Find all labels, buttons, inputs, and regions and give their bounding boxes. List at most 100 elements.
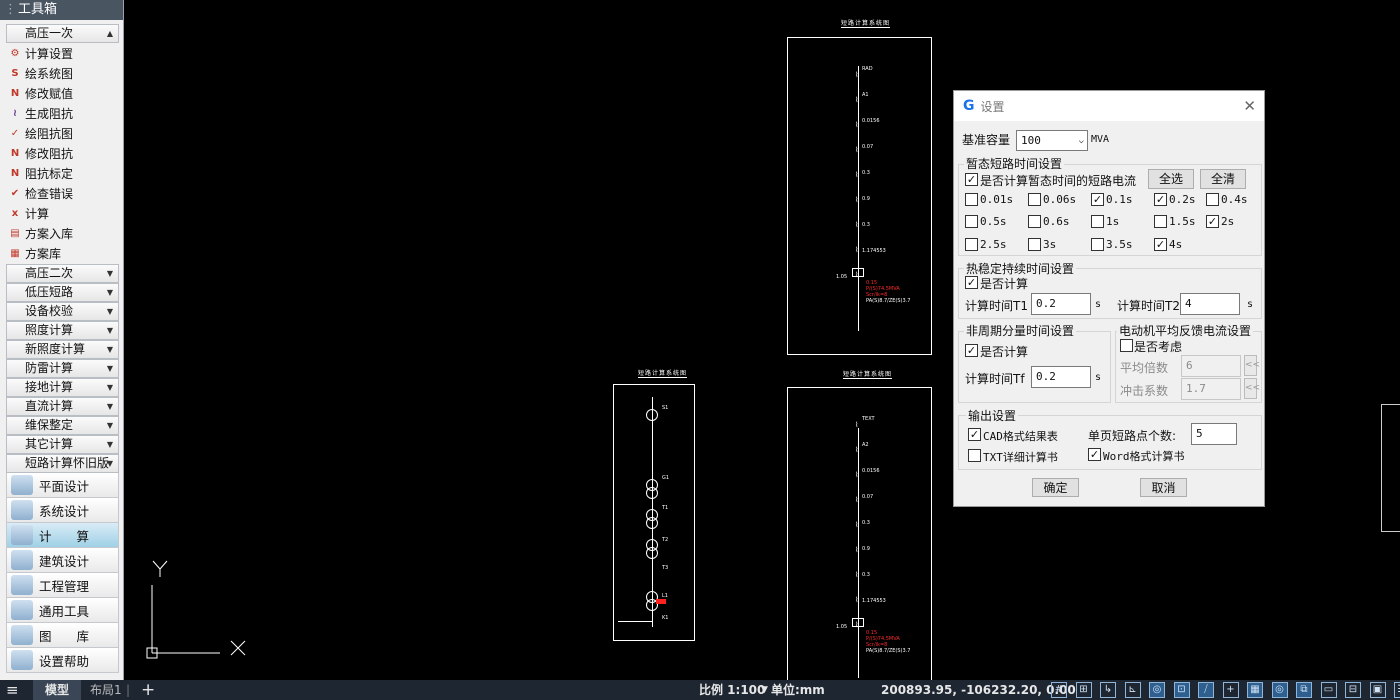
group-item[interactable]: 接地计算 ▼ bbox=[6, 378, 119, 397]
module-button[interactable]: 工程管理 bbox=[6, 573, 119, 598]
sel-cycle-icon[interactable]: ◎ bbox=[1271, 682, 1288, 698]
tab-layout[interactable]: 布局1 bbox=[90, 680, 122, 700]
diagram-label: 0.3 bbox=[862, 222, 870, 228]
tool-item[interactable]: ▤ 方案入库 bbox=[0, 224, 123, 244]
clear-all-button[interactable]: 全清 bbox=[1200, 169, 1246, 189]
word-report-checkbox[interactable]: ✓ bbox=[1088, 448, 1101, 461]
tool-item[interactable]: N 修改赋值 bbox=[0, 84, 123, 104]
snap-icon[interactable]: ⊞ bbox=[1075, 682, 1092, 698]
time-checkbox[interactable] bbox=[1028, 193, 1041, 206]
group-item[interactable]: 防雷计算 ▼ bbox=[6, 359, 119, 378]
otrack-icon[interactable]: ⊡ bbox=[1173, 682, 1190, 698]
tool-label: 绘阻抗图 bbox=[25, 127, 74, 141]
group-item[interactable]: 短路计算怀旧版 ▼ bbox=[6, 454, 119, 473]
module-button[interactable]: 图 库 bbox=[6, 623, 119, 648]
time-checkbox[interactable]: ✓ bbox=[1091, 193, 1104, 206]
group-item[interactable]: 高压二次 ▼ bbox=[6, 264, 119, 283]
group-item[interactable]: 新照度计算 ▼ bbox=[6, 340, 119, 359]
time-checkbox[interactable]: ✓ bbox=[1154, 193, 1167, 206]
dyn-icon[interactable]: + bbox=[1222, 682, 1239, 698]
module-button[interactable]: 设置帮助 bbox=[6, 648, 119, 673]
base-capacity-select[interactable]: 100 ⌵ bbox=[1016, 130, 1088, 151]
grip-icon[interactable]: ⋮ bbox=[4, 2, 17, 17]
ok-button[interactable]: 确定 bbox=[1032, 478, 1079, 497]
time-checkbox[interactable] bbox=[965, 215, 978, 228]
base-capacity-unit: MVA bbox=[1091, 134, 1110, 145]
cancel-button[interactable]: 取消 bbox=[1140, 478, 1187, 497]
motor-enable-checkbox[interactable] bbox=[1120, 339, 1133, 352]
aperiodic-enable-checkbox[interactable]: ✓ bbox=[965, 344, 978, 357]
t2-input[interactable]: 4 bbox=[1180, 293, 1240, 315]
fullscreen-icon[interactable]: ▣ bbox=[1369, 682, 1386, 698]
transient-enable-checkbox[interactable]: ✓ bbox=[965, 173, 978, 186]
scale-readout[interactable]: 比例 1:100 bbox=[699, 680, 765, 700]
lock-icon[interactable]: ⊟ bbox=[1345, 682, 1361, 698]
module-button[interactable]: 建筑设计 bbox=[6, 548, 119, 573]
tool-item[interactable]: ✔ 检查错误 bbox=[0, 184, 123, 204]
dialog-title-bar[interactable]: G 设置 bbox=[954, 91, 1264, 121]
group-item[interactable]: 其它计算 ▼ bbox=[6, 435, 119, 454]
tool-item[interactable]: S 绘系统图 bbox=[0, 64, 123, 84]
module-button[interactable]: 系统设计 bbox=[6, 498, 119, 523]
diagram-frame-c[interactable]: S1 G1 T1 T2 T3 L1 K1 bbox=[613, 384, 695, 641]
diagram-frame-b[interactable]: TEXT A2 0.0156 0.07 0.3 0.9 0.3 1.174553 1.05 0.1… bbox=[787, 387, 932, 687]
group-hv-primary[interactable]: 高压一次 ▲ bbox=[6, 24, 119, 43]
time-checkbox[interactable]: ✓ bbox=[1206, 215, 1219, 228]
anno-icon[interactable]: ⧉ bbox=[1296, 682, 1312, 698]
group-item[interactable]: 设备校验 ▼ bbox=[6, 302, 119, 321]
time-checkbox[interactable] bbox=[965, 238, 978, 251]
polar-icon[interactable]: ⊾ bbox=[1124, 682, 1141, 698]
module-button[interactable]: 平面设计 bbox=[6, 473, 119, 498]
qp-icon[interactable]: ▦ bbox=[1247, 682, 1263, 698]
tool-item[interactable]: ▦ 方案库 bbox=[0, 244, 123, 264]
group-item[interactable]: 照度计算 ▼ bbox=[6, 321, 119, 340]
group-item[interactable]: 维保整定 ▼ bbox=[6, 416, 119, 435]
time-checkbox[interactable] bbox=[1091, 215, 1104, 228]
avg-multiple-label: 平均倍数 bbox=[1120, 361, 1169, 375]
time-checkbox[interactable] bbox=[1091, 238, 1104, 251]
add-tab-button[interactable]: + bbox=[141, 680, 155, 700]
ortho-icon[interactable]: ↳ bbox=[1100, 682, 1116, 698]
menu-icon[interactable]: ≡ bbox=[6, 680, 19, 700]
diagram-frame-a[interactable]: RAD A1 0.0156 0.07 0.3 0.9 0.3 1.174553 1.05 0.15… bbox=[787, 37, 932, 355]
diagram-label: K1 bbox=[662, 615, 669, 621]
select-all-button[interactable]: 全选 bbox=[1148, 169, 1194, 189]
time-checkbox[interactable] bbox=[965, 193, 978, 206]
group-label: 低压短路 bbox=[25, 285, 74, 299]
module-button[interactable]: 通用工具 bbox=[6, 598, 119, 623]
time-checkbox[interactable] bbox=[1028, 215, 1041, 228]
txt-report-checkbox[interactable] bbox=[968, 449, 981, 462]
lineweight-icon[interactable]: ⧸ bbox=[1198, 682, 1214, 698]
toolbox-title-bar[interactable]: ⋮ 工具箱 bbox=[0, 0, 123, 20]
tool-item[interactable]: N 阻抗标定 bbox=[0, 164, 123, 184]
scale-chevron-down-icon[interactable]: ▼ bbox=[761, 680, 768, 700]
osnap-icon[interactable]: ◎ bbox=[1149, 682, 1165, 698]
tool-item[interactable]: N 修改阻抗 bbox=[0, 144, 123, 164]
coil-symbol: ⌇ bbox=[855, 121, 859, 129]
module-button[interactable]: 计 算 bbox=[6, 523, 119, 548]
custom-icon[interactable]: ☰ bbox=[1394, 682, 1400, 698]
workspace-icon[interactable]: ▭ bbox=[1320, 682, 1337, 698]
group-item[interactable]: 直流计算 ▼ bbox=[6, 397, 119, 416]
grid-icon[interactable]: # bbox=[1051, 682, 1067, 698]
close-icon[interactable]: ✕ bbox=[1243, 97, 1256, 115]
time-checkbox[interactable] bbox=[1154, 215, 1167, 228]
tool-item[interactable]: x 计算 bbox=[0, 204, 123, 224]
time-checkbox[interactable] bbox=[1206, 193, 1219, 206]
cad-result-checkbox[interactable]: ✓ bbox=[968, 428, 981, 441]
chevron-down-icon: ▼ bbox=[106, 307, 113, 316]
group-item[interactable]: 低压短路 ▼ bbox=[6, 283, 119, 302]
tf-input[interactable]: 0.2 bbox=[1031, 366, 1091, 388]
viewcube-stub[interactable] bbox=[1381, 404, 1400, 532]
tool-item[interactable]: ⚙ 计算设置 bbox=[0, 44, 123, 64]
aperiodic-title: 非周期分量时间设置 bbox=[964, 322, 1077, 339]
time-checkbox[interactable]: ✓ bbox=[1154, 238, 1167, 251]
module-label: 建筑设计 bbox=[39, 553, 90, 569]
thermal-enable-checkbox[interactable]: ✓ bbox=[965, 276, 978, 289]
time-checkbox[interactable] bbox=[1028, 238, 1041, 251]
tool-item[interactable]: ✓ 绘阻抗图 bbox=[0, 124, 123, 144]
points-per-page-input[interactable]: 5 bbox=[1191, 423, 1237, 445]
tab-model[interactable]: 模型 bbox=[33, 680, 82, 700]
t1-input[interactable]: 0.2 bbox=[1031, 293, 1091, 315]
tool-item[interactable]: ≀ 生成阻抗 bbox=[0, 104, 123, 124]
